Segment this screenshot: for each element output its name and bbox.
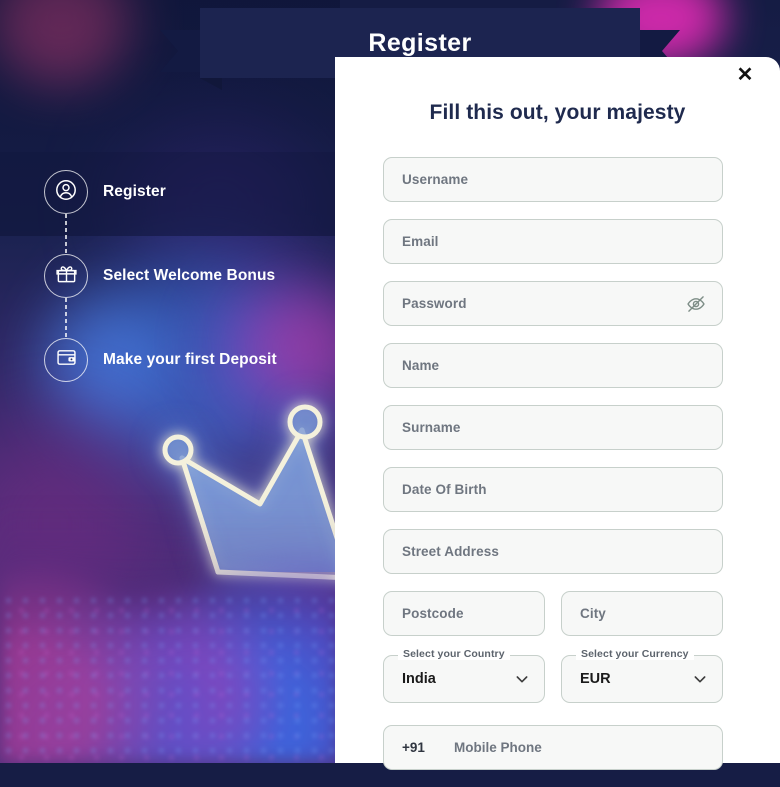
eye-off-icon[interactable] bbox=[686, 294, 706, 314]
step-connector-1 bbox=[65, 214, 67, 254]
step-register-circle bbox=[44, 170, 88, 214]
step-register[interactable]: Register bbox=[44, 170, 344, 254]
username-field[interactable]: Username bbox=[383, 157, 723, 202]
surname-placeholder: Surname bbox=[402, 420, 461, 435]
banner-title: Register bbox=[368, 28, 472, 57]
date-of-birth-placeholder: Date Of Birth bbox=[402, 482, 487, 497]
country-select-label: Select your Country bbox=[398, 648, 510, 660]
step-welcome-bonus-label: Select Welcome Bonus bbox=[103, 267, 276, 284]
email-field[interactable]: Email bbox=[383, 219, 723, 264]
password-placeholder: Password bbox=[402, 296, 467, 311]
wallet-icon bbox=[55, 346, 78, 374]
currency-select-value: EUR bbox=[580, 671, 611, 687]
step-first-deposit[interactable]: Make your first Deposit bbox=[44, 338, 344, 382]
gift-icon bbox=[55, 262, 78, 290]
name-field[interactable]: Name bbox=[383, 343, 723, 388]
page-title: Fill this out, your majesty bbox=[429, 101, 686, 124]
close-icon[interactable]: ✕ bbox=[730, 60, 760, 90]
step-first-deposit-label: Make your first Deposit bbox=[103, 351, 277, 368]
username-placeholder: Username bbox=[402, 172, 469, 187]
country-select-value: India bbox=[402, 671, 436, 687]
step-first-deposit-circle bbox=[44, 338, 88, 382]
currency-select-label: Select your Currency bbox=[576, 648, 694, 660]
registration-form: Username Email Password Name Surname Dat… bbox=[383, 157, 723, 787]
postcode-placeholder: Postcode bbox=[402, 606, 464, 621]
password-field[interactable]: Password bbox=[383, 281, 723, 326]
mobile-phone-field[interactable]: +91 Mobile Phone bbox=[383, 725, 723, 770]
postcode-city-row: Postcode City bbox=[383, 591, 723, 653]
registration-modal: ✕ Fill this out, your majesty Username E… bbox=[335, 57, 780, 770]
email-placeholder: Email bbox=[402, 234, 439, 249]
country-currency-row: Select your Country India Select your Cu… bbox=[383, 648, 723, 703]
city-placeholder: City bbox=[580, 606, 606, 621]
date-of-birth-field[interactable]: Date Of Birth bbox=[383, 467, 723, 512]
chevron-down-icon[interactable] bbox=[692, 671, 708, 687]
phone-country-prefix: +91 bbox=[402, 740, 425, 755]
postcode-field[interactable]: Postcode bbox=[383, 591, 545, 636]
crowd-texture bbox=[0, 593, 340, 763]
country-select[interactable]: Select your Country India bbox=[383, 648, 545, 703]
city-field[interactable]: City bbox=[561, 591, 723, 636]
chevron-down-icon[interactable] bbox=[514, 671, 530, 687]
mobile-phone-placeholder: Mobile Phone bbox=[454, 740, 542, 755]
step-welcome-bonus-circle bbox=[44, 254, 88, 298]
step-welcome-bonus[interactable]: Select Welcome Bonus bbox=[44, 254, 344, 338]
step-connector-2 bbox=[65, 298, 67, 338]
step-register-label: Register bbox=[103, 183, 166, 200]
registration-steps: Register Select Welcome Bonus Make your … bbox=[44, 170, 344, 382]
surname-field[interactable]: Surname bbox=[383, 405, 723, 450]
name-placeholder: Name bbox=[402, 358, 440, 373]
street-address-placeholder: Street Address bbox=[402, 544, 499, 559]
user-icon bbox=[54, 178, 78, 207]
street-address-field[interactable]: Street Address bbox=[383, 529, 723, 574]
currency-select[interactable]: Select your Currency EUR bbox=[561, 648, 723, 703]
